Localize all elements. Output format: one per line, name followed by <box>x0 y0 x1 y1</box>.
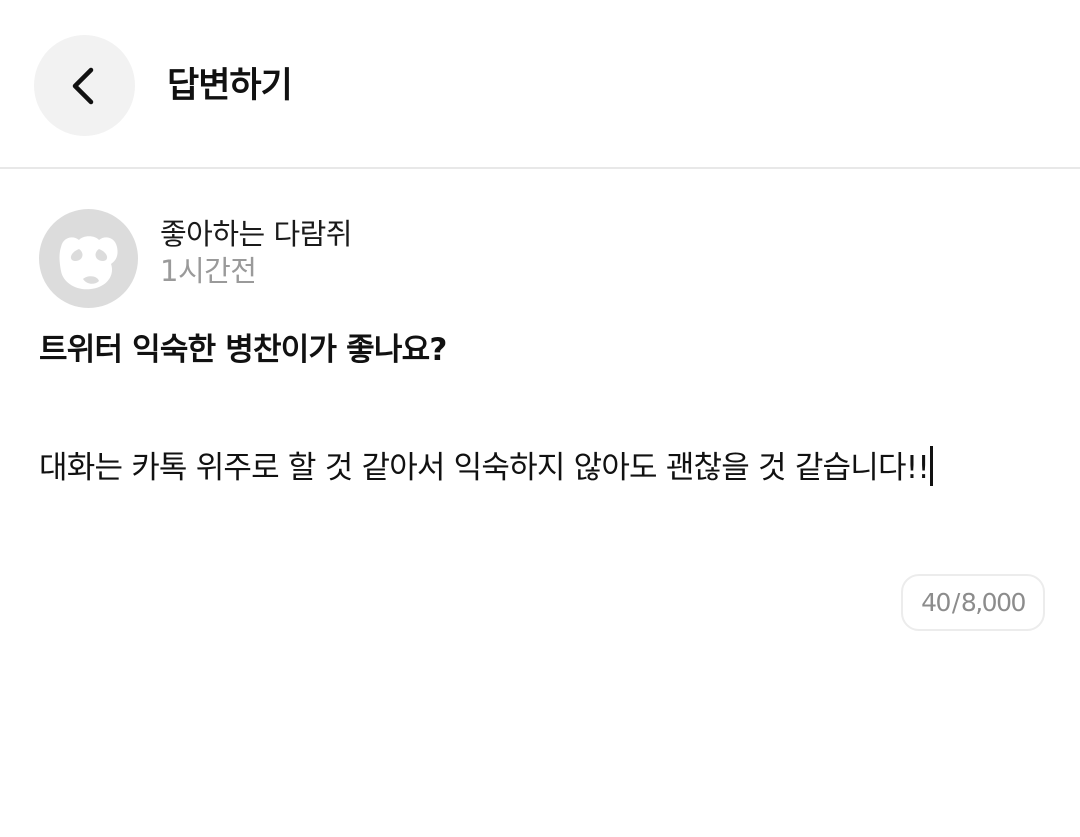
chevron-left-icon <box>72 67 93 104</box>
author-name: 좋아하는 다람쥐 <box>160 217 352 251</box>
question-text: 트위터 익숙한 병찬이가 좋나요? <box>39 332 447 368</box>
page-title: 답변하기 <box>167 66 293 106</box>
counter-current: 40 <box>921 588 951 617</box>
header: 답변하기 <box>0 0 1080 169</box>
character-counter: 40 / 8,000 <box>901 574 1045 631</box>
counter-separator: / <box>951 588 960 617</box>
post-time: 1시간전 <box>160 254 257 288</box>
avatar <box>39 209 138 308</box>
answer-text: 대화는 카톡 위주로 할 것 같아서 익숙하지 않아도 괜찮을 것 같습니다!! <box>39 450 930 486</box>
answer-textarea[interactable]: 대화는 카톡 위주로 할 것 같아서 익숙하지 않아도 괜찮을 것 같습니다!! <box>39 446 1039 490</box>
counter-max: 8,000 <box>960 588 1027 617</box>
raccoon-avatar-icon <box>59 236 118 290</box>
back-button[interactable] <box>34 35 135 136</box>
text-caret <box>929 446 933 486</box>
